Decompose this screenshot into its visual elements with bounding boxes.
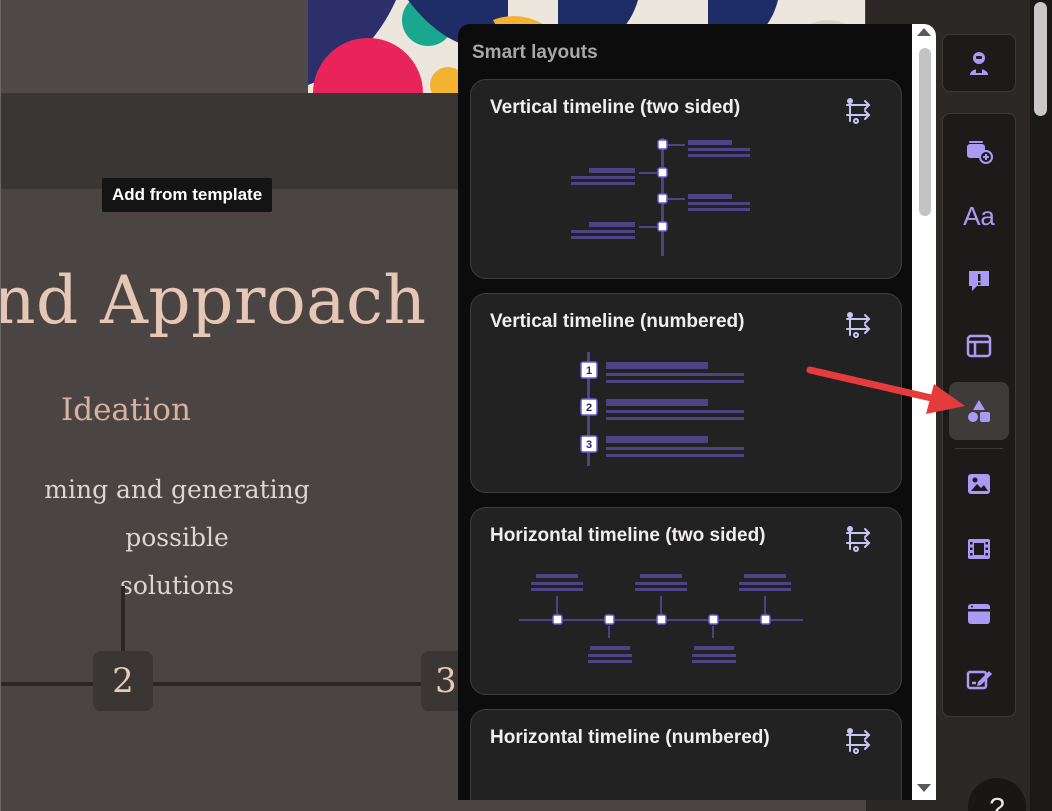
video-button[interactable] [949,520,1009,578]
timeline-line [1,682,461,686]
smart-layouts-panel[interactable]: Smart layouts Vertical timeline (two sid… [458,24,936,800]
diagram-number: 1 [586,365,592,377]
slide-header-area [1,0,308,93]
smart-layout-icon [846,728,871,754]
add-from-template-tooltip: Add from template [102,178,273,212]
window-scroll-thumb[interactable] [1034,2,1047,116]
layout-icon [966,334,992,358]
toolbar-divider [955,448,1003,449]
video-icon [968,539,990,559]
smart-layout-icon [846,312,871,338]
horizontal-numbered-diagram: 1 2 3 4 5 [471,760,902,800]
slide-title[interactable]: nd Approach [1,262,427,339]
scroll-down-arrow-icon[interactable] [917,784,931,792]
image-button[interactable] [949,455,1009,513]
panel-title: Smart layouts [472,42,598,63]
callout-button[interactable] [949,252,1009,310]
timeline-number-box[interactable]: 2 [93,651,153,711]
vertical-two-sided-diagram [571,138,750,256]
slide-subtitle[interactable]: Ideation [61,392,191,428]
add-card-button[interactable] [949,122,1009,180]
layout-card-vertical-numbered[interactable]: Vertical timeline (numbered) 1 2 3 [470,293,902,493]
window-scrollbar[interactable] [1030,0,1052,811]
form-button[interactable] [949,650,1009,708]
slide-body-line: ming and generating possible [44,475,310,552]
layout-button[interactable] [949,317,1009,375]
layout-card-horizontal-numbered[interactable]: Horizontal timeline (numbered) 1 [470,709,902,800]
avatar-icon [970,52,988,75]
panel-scroll-thumb[interactable] [919,48,931,216]
slide-body-line: solutions [119,571,234,600]
layout-card-title: Vertical timeline (two sided) [490,97,741,118]
embed-button[interactable] [949,585,1009,643]
add-card-icon [967,141,993,164]
text-styles-icon: Aa [963,200,995,231]
layout-card-title: Horizontal timeline (two sided) [490,525,766,546]
vertical-numbered-diagram: 1 2 3 [580,352,744,466]
horizontal-two-sided-diagram [519,574,803,663]
layout-card-horizontal-two-sided[interactable]: Horizontal timeline (two sided) [470,507,902,695]
embed-icon [968,604,990,624]
avatar-button[interactable] [942,34,1016,92]
shapes-button[interactable] [949,382,1009,440]
text-styles-button[interactable]: Aa [949,187,1009,245]
slide-body-text[interactable]: ming and generating possible solutions [1,466,363,610]
timeline-stem [121,586,125,652]
form-icon [966,670,992,690]
layout-card-title: Horizontal timeline (numbered) [490,727,770,748]
smart-layout-icon [846,526,871,552]
diagram-number: 2 [586,402,592,414]
diagram-number: 3 [586,439,592,451]
shapes-icon [968,400,990,422]
scroll-up-arrow-icon[interactable] [917,28,931,36]
smart-layout-icon [846,98,871,124]
callout-icon [969,271,989,291]
insert-toolbar: Aa [942,113,1016,717]
layout-card-vertical-two-sided[interactable]: Vertical timeline (two sided) [470,79,902,279]
image-icon [968,474,990,494]
layout-card-title: Vertical timeline (numbered) [490,311,745,332]
